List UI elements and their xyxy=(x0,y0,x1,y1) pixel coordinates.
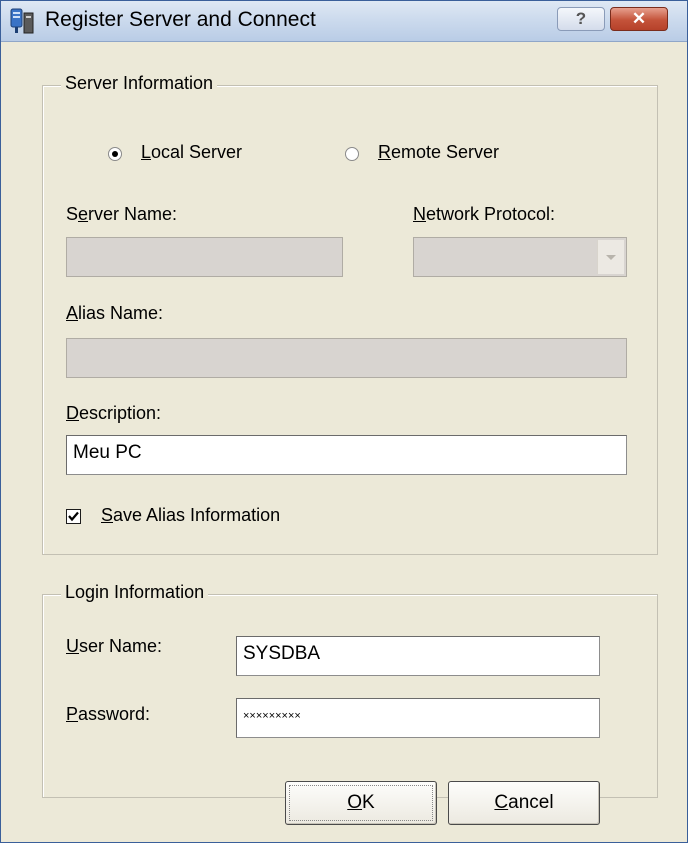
server-information-title: Server Information xyxy=(61,73,218,94)
server-registration-icon xyxy=(10,8,34,34)
server-name-input xyxy=(66,237,343,277)
network-protocol-label: Network Protocol: xyxy=(413,204,556,224)
cancel-button-label: Cancel xyxy=(494,792,554,813)
chevron-down-icon xyxy=(597,240,624,274)
local-server-label: Local Server xyxy=(141,142,243,162)
focus-rectangle xyxy=(289,785,433,821)
dialog-client-area: Server Information Local Server Remote S… xyxy=(1,42,687,842)
description-input[interactable]: Meu PC xyxy=(66,435,627,475)
help-button[interactable]: ? xyxy=(557,7,605,31)
save-alias-checkbox-box[interactable] xyxy=(66,509,81,524)
close-button[interactable]: ✕ xyxy=(610,7,668,31)
help-icon: ? xyxy=(575,9,587,28)
save-alias-label: Save Alias Information xyxy=(101,505,281,525)
alias-name-input xyxy=(66,338,627,378)
login-information-group xyxy=(42,594,658,798)
remote-server-radio[interactable]: Remote Server xyxy=(345,142,545,166)
alias-name-label: Alias Name: xyxy=(66,303,164,323)
radio-selected-dot xyxy=(112,151,118,157)
register-server-dialog: Register Server and Connect ? ✕ Server I… xyxy=(0,0,688,843)
local-server-radio-circle[interactable] xyxy=(108,147,122,161)
server-name-label: Server Name: xyxy=(66,204,178,224)
ok-button[interactable]: OK xyxy=(285,781,437,825)
password-label: Password: xyxy=(66,704,151,724)
local-server-radio[interactable]: Local Server xyxy=(108,142,288,166)
user-name-input[interactable]: SYSDBA xyxy=(236,636,600,676)
description-label: Description: xyxy=(66,403,162,423)
password-input[interactable]: ××××××××× xyxy=(236,698,600,738)
remote-server-label: Remote Server xyxy=(378,142,500,162)
network-protocol-dropdown xyxy=(413,237,627,277)
user-name-label: User Name: xyxy=(66,636,163,656)
close-icon: ✕ xyxy=(631,9,647,28)
save-alias-checkbox[interactable]: Save Alias Information xyxy=(66,505,366,531)
cancel-button[interactable]: Cancel xyxy=(448,781,600,825)
title-bar[interactable]: Register Server and Connect ? ✕ xyxy=(1,1,687,42)
checkmark-icon xyxy=(68,511,79,522)
remote-server-radio-circle[interactable] xyxy=(345,147,359,161)
window-title: Register Server and Connect xyxy=(45,8,316,31)
login-information-title: Login Information xyxy=(61,582,209,603)
